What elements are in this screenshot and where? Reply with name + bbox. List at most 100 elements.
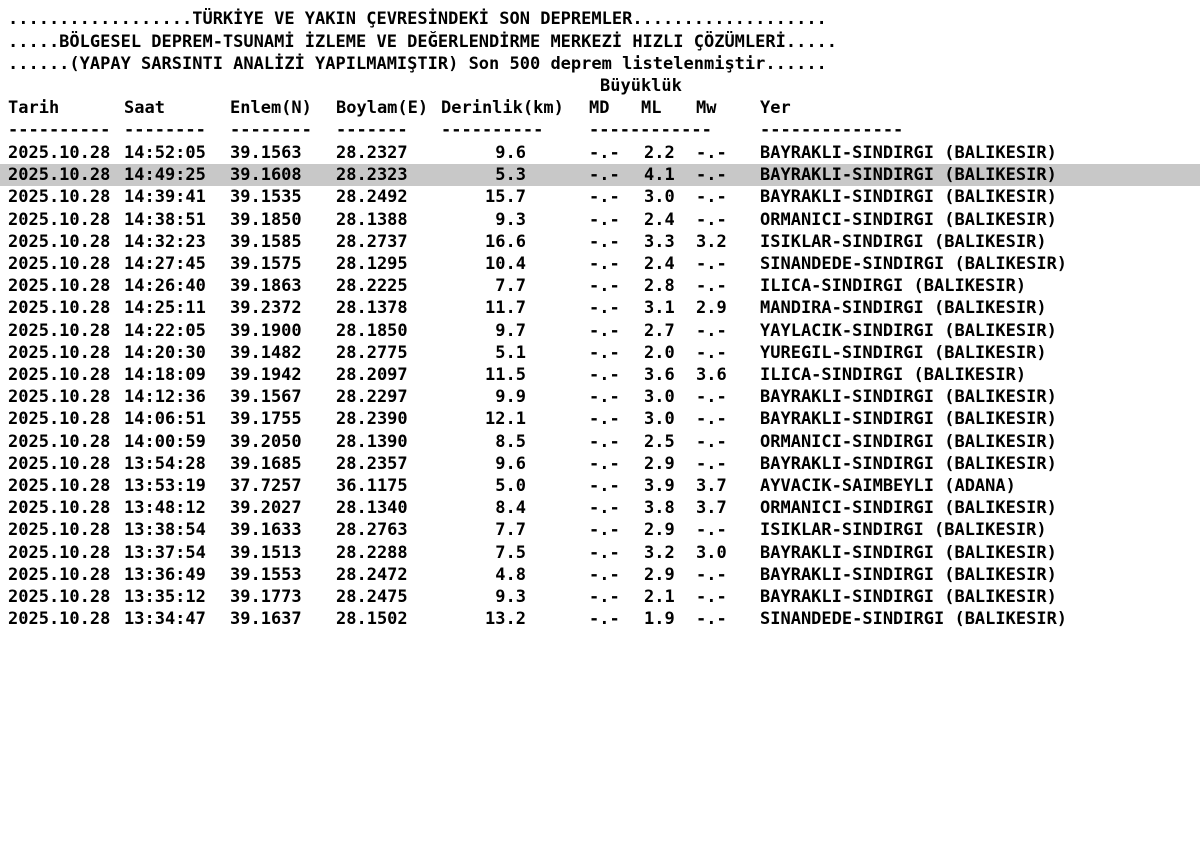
cell-ml: 2.4 xyxy=(644,254,675,274)
cell-boylam: 28.2775 xyxy=(336,342,408,363)
table-row[interactable]: 2025.10.28 13:38:54 39.1633 28.2763 7.7 … xyxy=(0,519,1200,541)
cell-enlem: 39.1567 xyxy=(230,387,302,408)
table-row[interactable]: 2025.10.28 14:32:23 39.1585 28.2737 16.6… xyxy=(0,231,1200,253)
table-row[interactable]: 2025.10.28 14:39:41 39.1535 28.2492 15.7… xyxy=(0,186,1200,208)
cell-ml: 3.0 xyxy=(644,187,675,208)
table-row[interactable]: 2025.10.28 13:34:47 39.1637 28.1502 13.2… xyxy=(0,608,1200,630)
cell-yer: BAYRAKLI-SINDIRGI (BALIKESIR) xyxy=(760,409,1057,430)
cell-derinlik: 5.1 xyxy=(495,342,526,363)
cell-derinlik: 10.4 xyxy=(485,254,526,274)
cell-md: -.- xyxy=(589,453,620,474)
cell-md: -.- xyxy=(589,276,620,297)
cell-saat: 13:34:47 xyxy=(124,609,206,630)
cell-derinlik: 11.5 xyxy=(485,365,526,385)
cell-ml: 2.4 xyxy=(644,209,675,230)
cell-mw: -.- xyxy=(696,276,727,297)
cell-mw: -.- xyxy=(696,387,727,408)
table-row[interactable]: 2025.10.28 14:38:51 39.1850 28.1388 9.3 … xyxy=(0,209,1200,231)
table-row[interactable]: 2025.10.28 14:25:11 39.2372 28.1378 11.7… xyxy=(0,297,1200,319)
sep-mag: ------------ xyxy=(589,120,712,140)
cell-derinlik: 5.3 xyxy=(495,165,526,186)
table-row[interactable]: 2025.10.28 13:37:54 39.1513 28.2288 7.5 … xyxy=(0,542,1200,564)
table-row[interactable]: 2025.10.28 14:18:09 39.1942 28.2097 11.5… xyxy=(0,364,1200,386)
table-row[interactable]: 2025.10.28 14:52:05 39.1563 28.2327 9.6 … xyxy=(0,142,1200,164)
cell-derinlik: 7.7 xyxy=(495,276,526,297)
table-row[interactable]: 2025.10.28 14:20:30 39.1482 28.2775 5.1 … xyxy=(0,342,1200,364)
table-row[interactable]: 2025.10.28 14:27:45 39.1575 28.1295 10.4… xyxy=(0,253,1200,275)
cell-md: -.- xyxy=(589,143,620,163)
cell-mw: 3.7 xyxy=(696,476,727,496)
cell-boylam: 28.1388 xyxy=(336,209,408,230)
cell-tarih: 2025.10.28 xyxy=(8,609,111,630)
cell-saat: 14:18:09 xyxy=(124,365,206,385)
cell-derinlik: 4.8 xyxy=(495,564,526,585)
cell-yer: BAYRAKLI-SINDIRGI (BALIKESIR) xyxy=(760,143,1057,163)
col-md: MD xyxy=(589,98,610,118)
cell-md: -.- xyxy=(589,431,620,452)
cell-md: -.- xyxy=(589,564,620,585)
cell-yer: ISIKLAR-SINDIRGI (BALIKESIR) xyxy=(760,231,1047,252)
cell-md: -.- xyxy=(589,342,620,363)
cell-enlem: 39.1633 xyxy=(230,520,302,541)
cell-derinlik: 9.6 xyxy=(495,453,526,474)
cell-derinlik: 7.7 xyxy=(495,520,526,541)
table-row[interactable]: 2025.10.28 14:12:36 39.1567 28.2297 9.9 … xyxy=(0,386,1200,408)
cell-yer: MANDIRA-SINDIRGI (BALIKESIR) xyxy=(760,298,1047,319)
title-text-3: ......(YAPAY SARSINTI ANALİZİ YAPILMAMIŞ… xyxy=(8,54,827,74)
table-row[interactable]: 2025.10.28 13:36:49 39.1553 28.2472 4.8 … xyxy=(0,564,1200,586)
cell-mw: 3.6 xyxy=(696,365,727,385)
cell-tarih: 2025.10.28 xyxy=(8,498,111,519)
cell-boylam: 28.1340 xyxy=(336,498,408,519)
cell-tarih: 2025.10.28 xyxy=(8,542,111,563)
cell-boylam: 28.2357 xyxy=(336,453,408,474)
cell-ml: 2.9 xyxy=(644,520,675,541)
cell-md: -.- xyxy=(589,609,620,630)
cell-mw: -.- xyxy=(696,453,727,474)
sep-yer: -------------- xyxy=(760,120,904,140)
cell-tarih: 2025.10.28 xyxy=(8,320,111,341)
cell-saat: 14:32:23 xyxy=(124,231,206,252)
table-row[interactable]: 2025.10.28 14:26:40 39.1863 28.2225 7.7 … xyxy=(0,275,1200,297)
cell-mw: -.- xyxy=(696,254,727,274)
cell-saat: 13:37:54 xyxy=(124,542,206,563)
table-row[interactable]: 2025.10.28 14:00:59 39.2050 28.1390 8.5 … xyxy=(0,431,1200,453)
cell-enlem: 39.1850 xyxy=(230,209,302,230)
cell-mw: -.- xyxy=(696,587,727,607)
table-row[interactable]: 2025.10.28 13:35:12 39.1773 28.2475 9.3 … xyxy=(0,586,1200,608)
col-boylam: Boylam(E) xyxy=(336,98,429,118)
cell-boylam: 28.2472 xyxy=(336,564,408,585)
table-row[interactable]: 2025.10.28 13:48:12 39.2027 28.1340 8.4 … xyxy=(0,497,1200,519)
cell-saat: 13:35:12 xyxy=(124,587,206,607)
cell-mw: -.- xyxy=(696,187,727,208)
cell-saat: 14:22:05 xyxy=(124,320,206,341)
title-line-3: ......(YAPAY SARSINTI ANALİZİ YAPILMAMIŞ… xyxy=(0,53,1200,75)
cell-md: -.- xyxy=(589,320,620,341)
cell-ml: 3.3 xyxy=(644,231,675,252)
cell-derinlik: 11.7 xyxy=(485,298,526,319)
cell-enlem: 39.1900 xyxy=(230,320,302,341)
cell-enlem: 39.2027 xyxy=(230,498,302,519)
cell-saat: 14:25:11 xyxy=(124,298,206,319)
cell-md: -.- xyxy=(589,409,620,430)
cell-enlem: 39.1773 xyxy=(230,587,302,607)
cell-tarih: 2025.10.28 xyxy=(8,387,111,408)
cell-enlem: 37.7257 xyxy=(230,476,302,496)
cell-ml: 2.5 xyxy=(644,431,675,452)
cell-yer: ILICA-SINDIRGI (BALIKESIR) xyxy=(760,276,1027,297)
cell-saat: 14:38:51 xyxy=(124,209,206,230)
col-tarih: Tarih xyxy=(8,98,60,118)
cell-boylam: 28.2390 xyxy=(336,409,408,430)
sep-tarih: ---------- xyxy=(8,120,111,140)
table-row[interactable]: 2025.10.28 13:54:28 39.1685 28.2357 9.6 … xyxy=(0,453,1200,475)
cell-derinlik: 9.3 xyxy=(495,587,526,607)
table-row-selected[interactable]: 2025.10.28 14:49:25 39.1608 28.2323 5.3 … xyxy=(0,164,1200,187)
title-line-2: .....BÖLGESEL DEPREM-TSUNAMİ İZLEME VE D… xyxy=(0,31,1200,53)
table-row[interactable]: 2025.10.28 13:53:19 37.7257 36.1175 5.0 … xyxy=(0,475,1200,497)
table-row[interactable]: 2025.10.28 14:22:05 39.1900 28.1850 9.7 … xyxy=(0,320,1200,342)
table-row[interactable]: 2025.10.28 14:06:51 39.1755 28.2390 12.1… xyxy=(0,408,1200,430)
cell-tarih: 2025.10.28 xyxy=(8,564,111,585)
cell-saat: 13:36:49 xyxy=(124,564,206,585)
cell-enlem: 39.1755 xyxy=(230,409,302,430)
cell-derinlik: 9.7 xyxy=(495,320,526,341)
cell-md: -.- xyxy=(589,542,620,563)
